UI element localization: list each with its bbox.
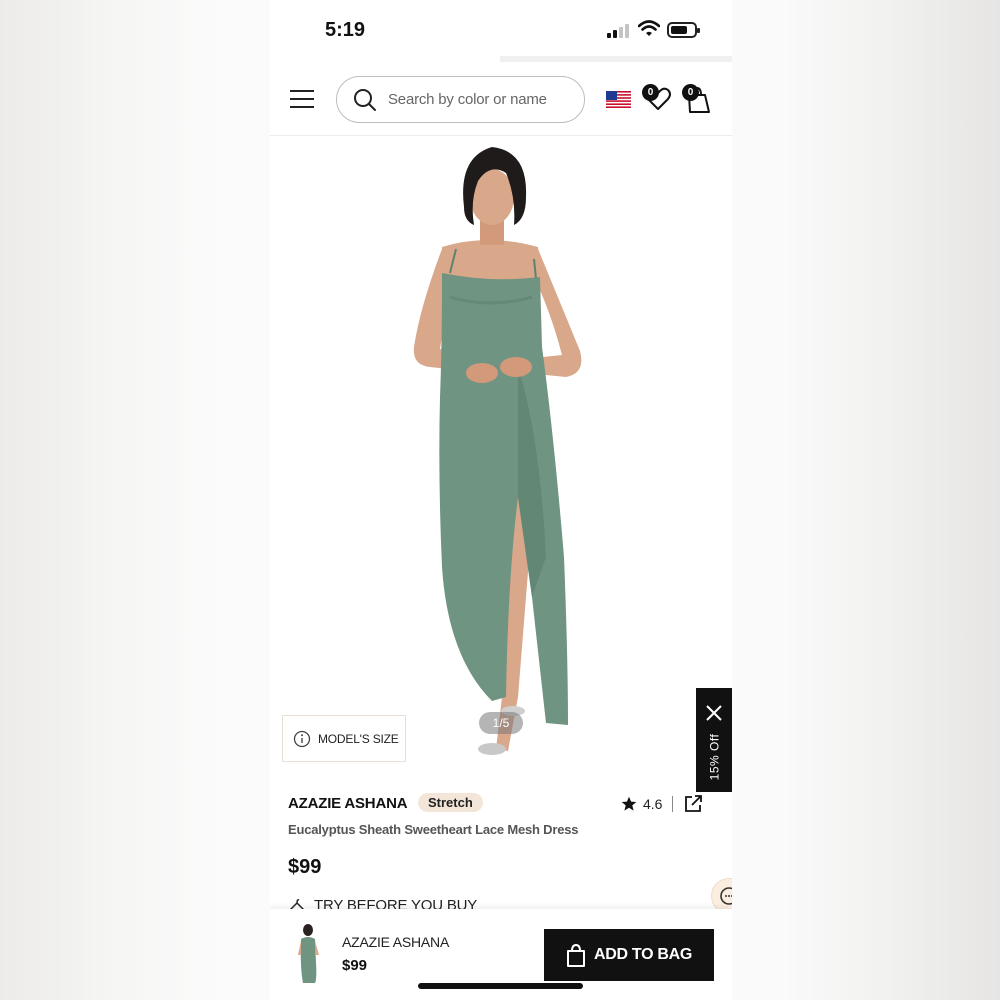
star-icon [621, 796, 637, 811]
search-placeholder: Search by color or name [388, 91, 547, 108]
bottom-bar-price: $99 [342, 957, 368, 974]
status-time: 5:19 [325, 19, 366, 41]
product-thumbnail [298, 924, 319, 983]
promo-side-tab[interactable]: 15% Off [696, 688, 732, 792]
product-photo [413, 147, 582, 755]
status-bar: 5:19 [270, 0, 732, 62]
cellular-signal-icon [607, 24, 629, 38]
model-size-button[interactable]: MODEL'S SIZE [282, 715, 406, 762]
bottom-bar-brand: AZAZIE ASHANA [342, 934, 450, 950]
model-size-label: MODEL'S SIZE [318, 731, 399, 746]
product-image-gallery[interactable]: MODEL'S SIZE 1/5 [270, 137, 732, 777]
share-icon[interactable] [683, 794, 703, 814]
add-to-bag-button[interactable]: ADD TO BAG [544, 929, 714, 981]
product-price: $99 [288, 856, 322, 878]
us-flag-icon[interactable] [606, 91, 631, 108]
wifi-icon [638, 20, 660, 36]
product-name: Eucalyptus Sheath Sweetheart Lace Mesh D… [288, 822, 579, 837]
rating-and-share: 4.6 [621, 794, 703, 814]
wishlist-count-badge: 0 [642, 84, 659, 101]
site-header: Search by color or name 0 0 [270, 62, 732, 136]
home-indicator[interactable] [418, 983, 583, 989]
image-counter: 1/5 [479, 712, 523, 734]
promo-label: 15% Off [707, 733, 722, 781]
close-icon[interactable] [705, 704, 723, 722]
menu-icon[interactable] [290, 90, 314, 108]
bag-count-badge: 0 [682, 84, 699, 101]
rating-value[interactable]: 4.6 [643, 796, 662, 812]
wishlist-button[interactable]: 0 [642, 84, 672, 112]
search-input[interactable]: Search by color or name [336, 76, 585, 123]
add-to-bag-label: ADD TO BAG [593, 946, 693, 963]
battery-icon [667, 22, 700, 38]
info-icon [293, 730, 311, 747]
search-icon [354, 89, 376, 111]
stretch-badge: Stretch [418, 793, 483, 812]
product-brand: AZAZIE ASHANA [288, 795, 408, 812]
phone-screen: 5:19 Search by color or name 0 0 MODEL'S… [270, 0, 732, 1000]
shopping-bag-icon [566, 943, 585, 967]
shopping-bag-button[interactable]: 0 [682, 84, 712, 114]
divider [672, 796, 674, 812]
